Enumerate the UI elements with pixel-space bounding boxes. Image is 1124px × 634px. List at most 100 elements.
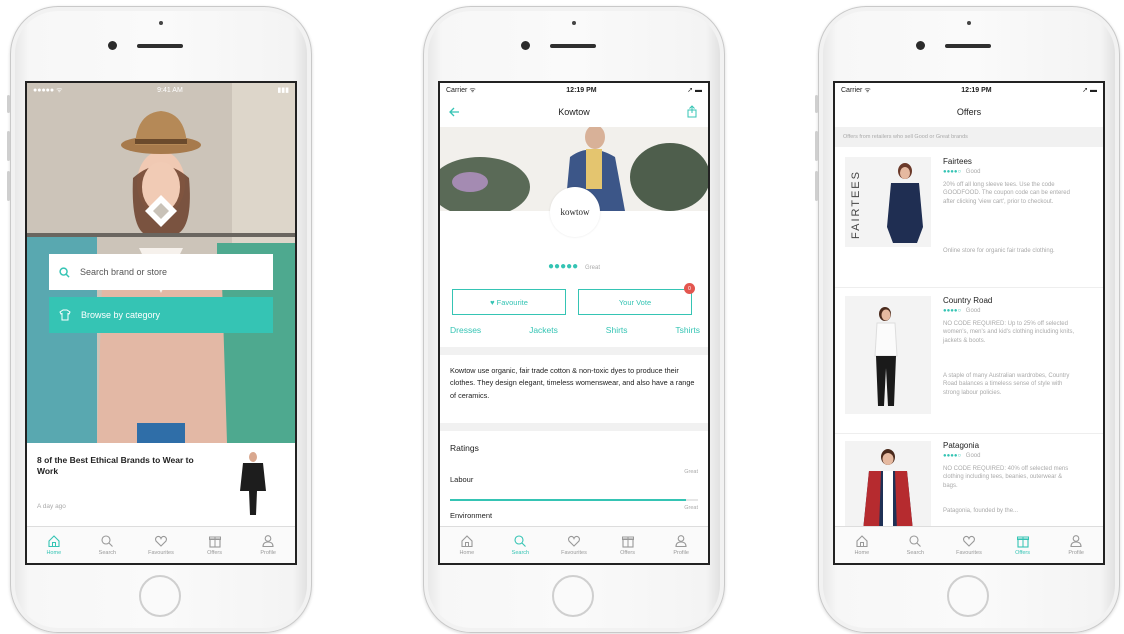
category-jackets[interactable]: Jackets xyxy=(529,325,558,335)
tab-profile[interactable]: Profile xyxy=(654,527,708,563)
rating-bar-track xyxy=(450,499,698,501)
page-title: Offers xyxy=(956,107,982,117)
heart-icon xyxy=(154,535,168,547)
tab-home[interactable]: Home xyxy=(440,527,494,563)
vote-badge: 0 xyxy=(684,283,695,294)
favourite-label: ♥ Favourite xyxy=(490,297,528,307)
front-camera xyxy=(108,41,117,50)
offer-note: Patagonia, founded by the... xyxy=(943,508,1019,514)
offer-stars: ●●●●○ xyxy=(943,308,962,314)
gift-icon xyxy=(621,536,634,548)
brand-logo-text: kowtow xyxy=(560,207,590,217)
offer-item[interactable]: Country Road ●●●●○ Good NO CODE REQUIRED… xyxy=(835,288,1103,434)
search-icon xyxy=(59,266,70,278)
offer-brand: Fairtees xyxy=(943,157,972,166)
heart-icon xyxy=(962,535,976,547)
rating-bar-fill xyxy=(450,499,686,501)
offer-item[interactable]: Patagonia ●●●●○ Good NO CODE REQUIRED: 4… xyxy=(835,435,1103,535)
status-carrier: ●●●●● ᯤ xyxy=(33,86,63,94)
rating-row-label: Labour xyxy=(450,475,474,484)
favourite-button[interactable]: ♥ Favourite xyxy=(452,289,566,315)
rating-row-value: Great xyxy=(684,505,698,511)
home-button[interactable] xyxy=(947,575,989,617)
tab-search[interactable]: Search xyxy=(889,527,943,563)
your-vote-button[interactable]: Your Vote xyxy=(578,289,692,315)
tab-search[interactable]: Search xyxy=(494,527,548,563)
offer-text: NO CODE REQUIRED: 40% off selected mens … xyxy=(943,466,1069,489)
status-time: 12:19 PM xyxy=(566,86,597,94)
category-shirts[interactable]: Shirts xyxy=(606,325,628,335)
article-card[interactable]: 8 of the Best Ethical Brands to Wear to … xyxy=(27,443,295,529)
phone-home: ●●●●● ᯤ 9:41 AM ▮▮▮ Search brand or stor… xyxy=(7,6,312,633)
article-thumbnail xyxy=(231,451,275,517)
tab-label: Offers xyxy=(1015,550,1031,556)
offer-stars: ●●●●○ xyxy=(943,453,962,459)
volume-down-button xyxy=(7,171,10,201)
front-camera xyxy=(521,41,530,50)
offer-rating-label: Good xyxy=(965,308,981,314)
tab-bar: Home Search Favourites Offers Profile xyxy=(440,526,708,563)
share-icon[interactable] xyxy=(686,105,698,118)
offers-subtitle: Offers from retailers who sell Good or G… xyxy=(843,134,968,140)
offer-item[interactable]: FAIRTEES Fairtees ●●●●○ Good 20% off all… xyxy=(835,147,1103,288)
search-input[interactable]: Search brand or store xyxy=(49,254,273,290)
category-dresses[interactable]: Dresses xyxy=(450,325,481,335)
status-bar: Carrier ᯤ 12:19 PM ➚ ▬ xyxy=(835,83,1103,97)
tab-favourites[interactable]: Favourites xyxy=(942,527,996,563)
rating-row-value: Great xyxy=(684,469,698,475)
tab-home[interactable]: Home xyxy=(835,527,889,563)
home-icon xyxy=(48,535,60,548)
back-arrow-icon[interactable] xyxy=(448,106,460,118)
status-bar: ●●●●● ᯤ 9:41 AM ▮▮▮ xyxy=(27,83,295,97)
home-icon xyxy=(856,535,868,548)
profile-icon xyxy=(262,535,274,548)
tab-profile[interactable]: Profile xyxy=(241,527,295,563)
tab-label: Search xyxy=(511,550,530,556)
offer-text: NO CODE REQUIRED: Up to 25% off selected… xyxy=(943,321,1075,344)
brand-rating: ●●●●● Great xyxy=(440,261,708,272)
tab-profile[interactable]: Profile xyxy=(1049,527,1103,563)
tab-label: Offers xyxy=(620,550,636,556)
page-title: Kowtow xyxy=(558,107,590,117)
tab-favourites[interactable]: Favourites xyxy=(547,527,601,563)
status-bar: Carrier ᯤ 12:19 PM ➚ ▬ xyxy=(440,83,708,97)
tab-label: Profile xyxy=(1068,550,1084,556)
search-icon xyxy=(101,535,114,547)
tab-offers[interactable]: Offers xyxy=(601,527,655,563)
heart-icon xyxy=(567,535,581,547)
brand-description: Kowtow use organic, fair trade cotton & … xyxy=(450,366,695,400)
rating-row-label: Environment xyxy=(450,511,493,520)
home-icon xyxy=(461,535,473,548)
tab-bar: Home Search Favourites Offers Profile xyxy=(835,526,1103,563)
tab-offers[interactable]: Offers xyxy=(188,527,242,563)
tab-favourites[interactable]: Favourites xyxy=(134,527,188,563)
category-tshirts[interactable]: Tshirts xyxy=(675,325,700,335)
profile-icon xyxy=(675,535,687,548)
home-button[interactable] xyxy=(139,575,181,617)
status-battery: ▮▮▮ xyxy=(277,87,289,94)
volume-up-button xyxy=(7,131,10,161)
divider xyxy=(440,347,708,355)
offer-rating-label: Good xyxy=(965,453,981,459)
tab-label: Profile xyxy=(260,550,276,556)
article-title: 8 of the Best Ethical Brands to Wear to … xyxy=(37,455,194,476)
gift-icon xyxy=(208,536,221,548)
status-time: 12:19 PM xyxy=(961,86,992,94)
tab-offers[interactable]: Offers xyxy=(996,527,1050,563)
tab-home[interactable]: Home xyxy=(27,527,81,563)
brand-logo: kowtow xyxy=(550,187,600,237)
vote-badge-count: 0 xyxy=(688,285,691,292)
rating-row-environment: Environment Great xyxy=(450,505,698,523)
home-button[interactable] xyxy=(552,575,594,617)
offer-brand: Country Road xyxy=(943,296,993,305)
browse-label: Browse by category xyxy=(81,310,161,320)
offer-image: FAIRTEES xyxy=(845,157,931,247)
sensor-dot xyxy=(572,21,576,25)
status-battery: ➚ ▬ xyxy=(1082,87,1097,94)
browse-category-button[interactable]: Browse by category xyxy=(49,297,273,333)
tab-search[interactable]: Search xyxy=(81,527,135,563)
tab-label: Search xyxy=(98,550,117,556)
volume-down-button xyxy=(815,171,818,201)
status-carrier: Carrier ᯤ xyxy=(841,86,871,94)
status-battery: ➚ ▬ xyxy=(687,87,702,94)
